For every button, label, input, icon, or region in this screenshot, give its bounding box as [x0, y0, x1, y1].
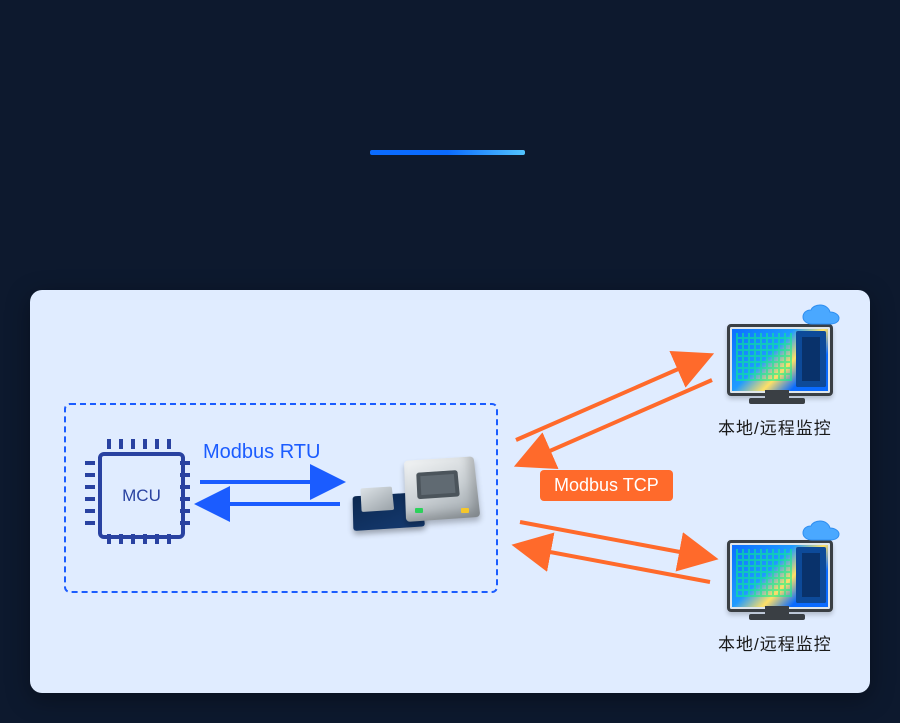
mcu-label: MCU [98, 452, 185, 539]
accent-bar [370, 150, 525, 155]
remote-monitor-bottom-label: 本地/远程监控 [718, 630, 832, 655]
modbus-tcp-label: Modbus TCP [540, 470, 673, 501]
remote-monitor-top-label: 本地/远程监控 [718, 414, 832, 439]
diagram-stage: MCU Modbus RTU Modbus TCP 本地/远程监控 [0, 0, 900, 723]
mcu-chip: MCU [85, 439, 190, 544]
remote-monitor-bottom-icon [725, 534, 835, 628]
cloud-icon [801, 520, 843, 546]
remote-monitor-top-icon [725, 318, 835, 412]
cloud-icon [801, 304, 843, 330]
ethernet-gateway-icon [353, 452, 488, 544]
modbus-rtu-label: Modbus RTU [195, 439, 328, 466]
